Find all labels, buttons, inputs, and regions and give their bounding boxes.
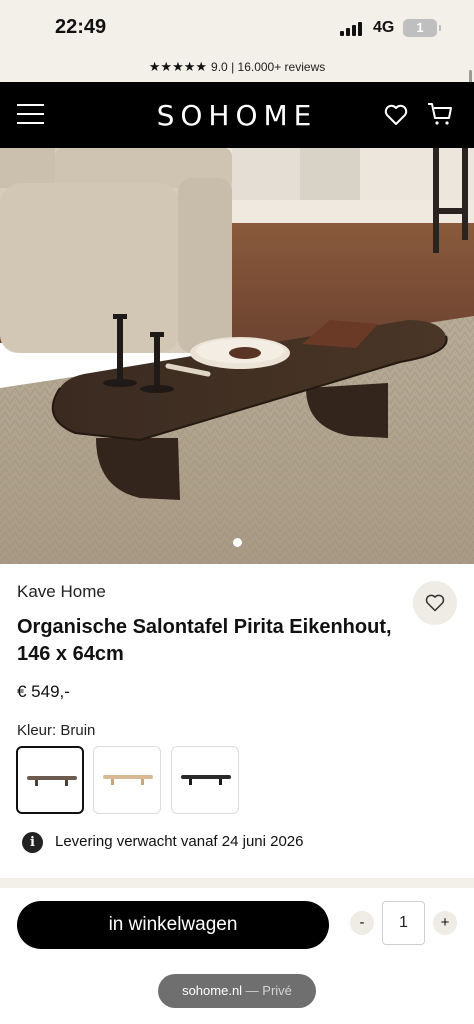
color-label: Kleur: Bruin xyxy=(17,722,96,739)
product-photo xyxy=(0,148,474,564)
status-bar: 22:49 4G 1 xyxy=(0,0,474,54)
heart-icon xyxy=(425,594,445,612)
color-swatch-naturel[interactable] xyxy=(93,746,161,814)
product-price: € 549,- xyxy=(17,682,70,701)
swatch-thumbnail xyxy=(181,775,231,785)
section-divider xyxy=(0,878,474,888)
network-label: 4G xyxy=(373,19,395,36)
product-title: Organische Salontafel Pirita Eikenhout, … xyxy=(17,616,392,665)
battery-icon: 1 xyxy=(403,19,441,37)
brand-name[interactable]: Kave Home xyxy=(17,582,106,602)
reviews-text: 9.0 | 16.000+ reviews xyxy=(211,60,326,74)
url-domain: sohome.nl xyxy=(182,983,243,998)
carousel-dot-active[interactable] xyxy=(232,538,242,547)
top-navigation: SOHOME xyxy=(0,82,474,148)
delivery-text: Levering verwacht vanaf 24 juni 2026 xyxy=(55,833,304,850)
carousel-indicator xyxy=(0,534,474,552)
status-time: 22:49 xyxy=(55,16,107,38)
reviews-bar[interactable]: ★★★★★ 9.0 | 16.000+ reviews xyxy=(0,54,474,82)
cart-icon[interactable] xyxy=(427,102,453,126)
add-to-cart-button[interactable]: in winkelwagen xyxy=(17,901,329,949)
swatch-thumbnail xyxy=(103,775,153,785)
wishlist-button[interactable] xyxy=(413,581,457,625)
quantity-increase-button[interactable]: + xyxy=(433,911,457,935)
color-swatch-bruin[interactable] xyxy=(16,746,84,814)
product-image-carousel[interactable] xyxy=(0,148,474,564)
heart-icon[interactable] xyxy=(384,104,408,126)
private-mode-label: — Privé xyxy=(242,983,292,998)
rating-stars: ★★★★★ xyxy=(148,59,208,74)
signal-icon xyxy=(340,20,366,36)
quantity-decrease-button[interactable]: - xyxy=(350,911,374,935)
info-icon: i xyxy=(22,832,43,853)
browser-url-bar[interactable]: sohome.nl — Privé xyxy=(158,974,316,1008)
quantity-input[interactable]: 1 xyxy=(382,901,425,945)
color-swatch-zwart[interactable] xyxy=(171,746,239,814)
swatch-thumbnail xyxy=(27,776,77,786)
